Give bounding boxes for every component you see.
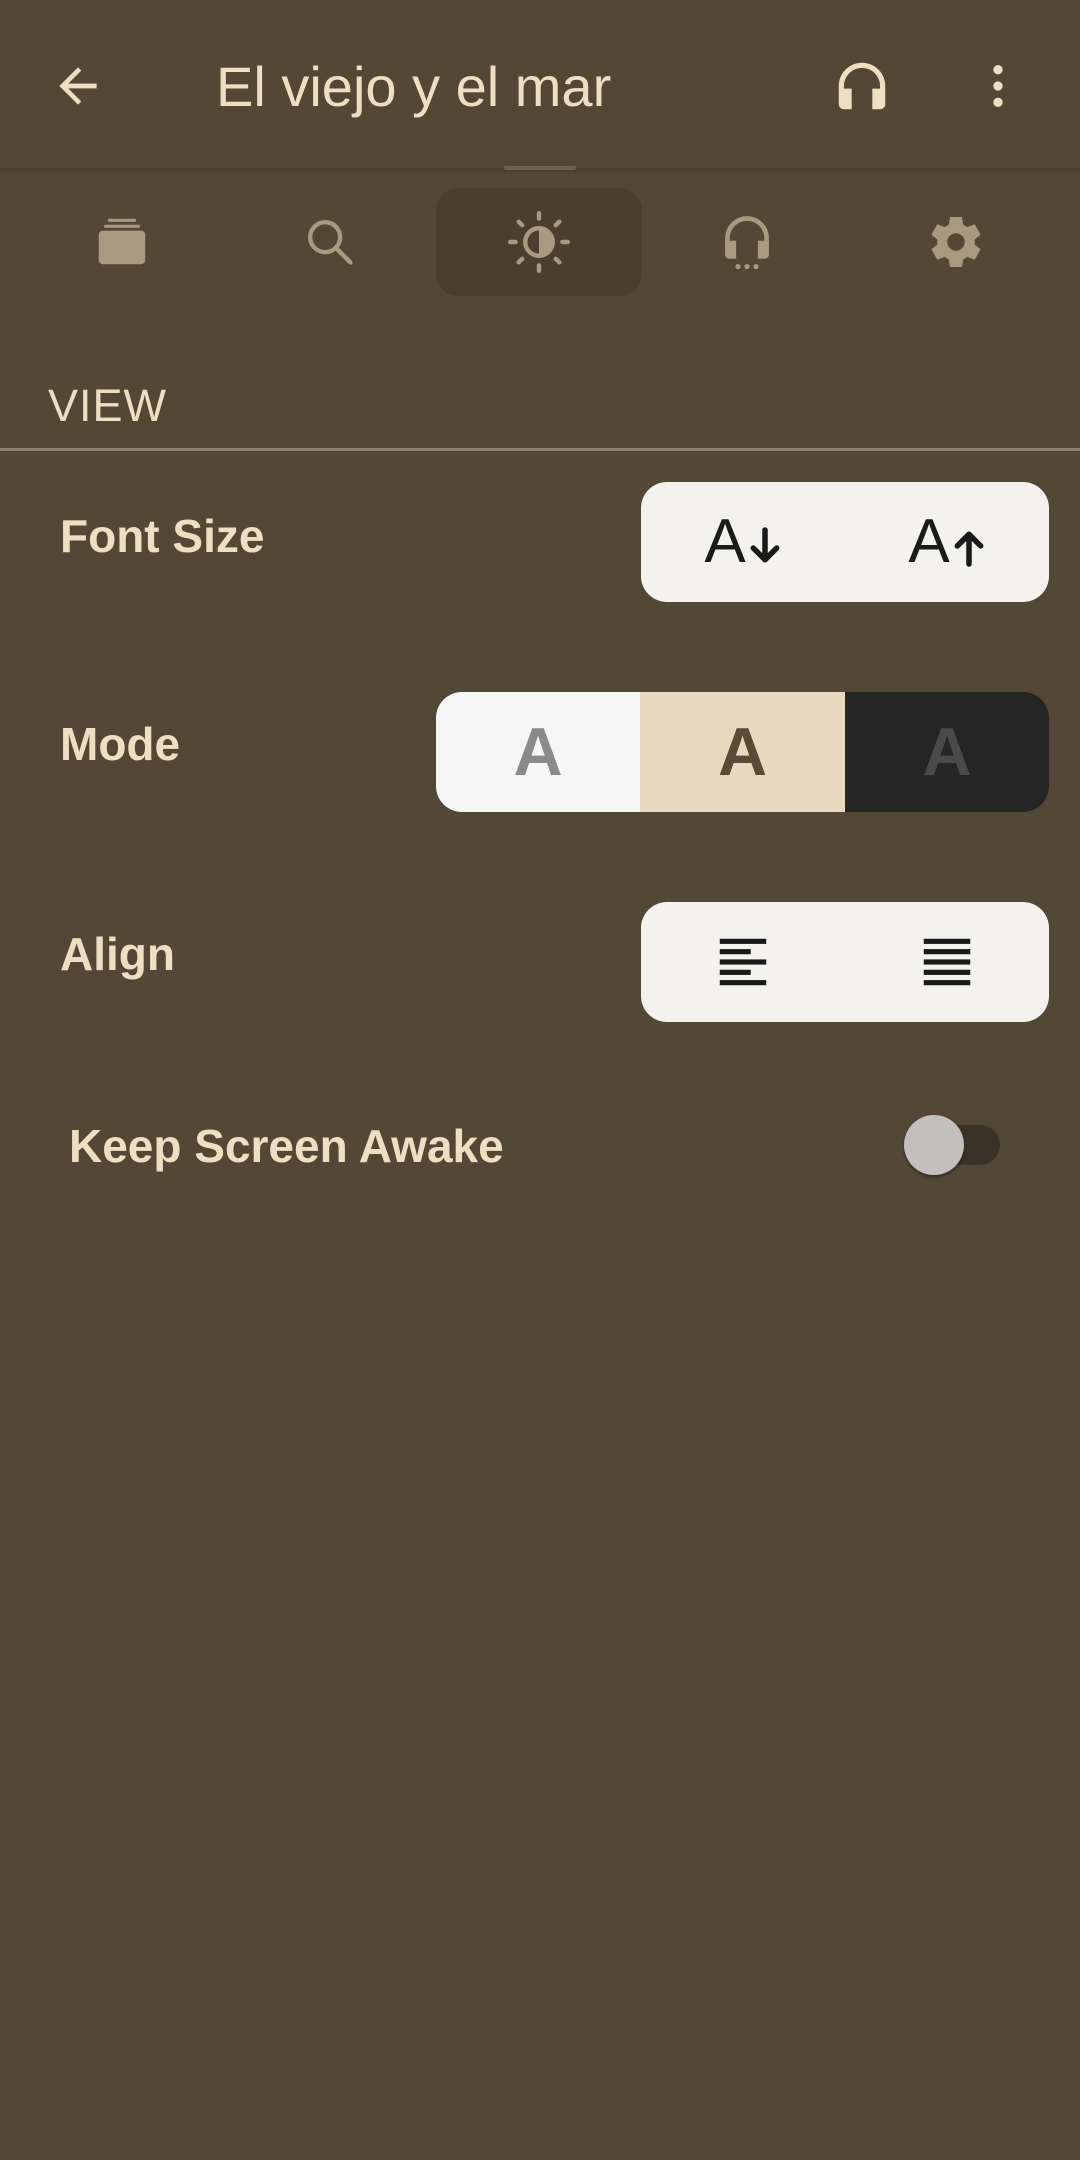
- top-app-bar: El viejo y el mar: [0, 0, 1080, 168]
- mode-dark-button[interactable]: A: [845, 692, 1049, 812]
- increase-font-button[interactable]: A: [845, 482, 1049, 602]
- mode-sepia-button[interactable]: A: [640, 692, 845, 812]
- decrease-font-button[interactable]: A: [641, 482, 845, 602]
- align-justify-button[interactable]: [845, 902, 1049, 1022]
- decrease-font-letter: A: [704, 507, 746, 576]
- tab-settings[interactable]: [853, 188, 1059, 296]
- search-icon: [308, 220, 353, 265]
- tab-audio[interactable]: [644, 188, 850, 296]
- section-title-view: VIEW: [48, 380, 168, 431]
- more-vertical-icon: [993, 65, 1003, 107]
- library-icon: [98, 218, 146, 265]
- panel-drag-handle[interactable]: [504, 166, 576, 170]
- increase-font-glyph: A: [908, 511, 985, 573]
- more-options-button[interactable]: [958, 46, 1038, 126]
- book-title: El viejo y el mar: [216, 55, 612, 118]
- align-label: Align: [60, 928, 175, 980]
- keep-screen-awake-label: Keep Screen Awake: [69, 1120, 504, 1172]
- settings-gear-icon: [931, 216, 981, 267]
- tab-display[interactable]: [436, 188, 642, 296]
- switch-thumb: [904, 1115, 964, 1175]
- listen-button[interactable]: [822, 46, 902, 126]
- increase-font-letter: A: [908, 507, 950, 576]
- arrow-up-icon: [954, 531, 984, 567]
- headphones-dots-icon: [725, 216, 769, 270]
- arrow-down-icon: [750, 527, 780, 563]
- section-divider: [0, 448, 1080, 451]
- mode-label: Mode: [60, 718, 181, 770]
- align-justify-icon: [923, 938, 971, 986]
- arrow-left-icon: [59, 67, 97, 105]
- tab-library[interactable]: [19, 188, 225, 296]
- headphones-icon: [838, 62, 886, 110]
- align-left-icon: [719, 938, 767, 986]
- back-button[interactable]: [38, 46, 118, 126]
- align-left-button[interactable]: [641, 902, 845, 1022]
- settings-tab-bar: [0, 188, 1080, 298]
- font-size-label: Font Size: [60, 510, 265, 562]
- brightness-contrast-icon: [507, 210, 571, 274]
- mode-control: A A A: [436, 692, 1049, 812]
- keep-screen-awake-switch[interactable]: [904, 1115, 1000, 1175]
- decrease-font-glyph: A: [704, 511, 781, 573]
- align-control: [641, 902, 1049, 1022]
- mode-light-button[interactable]: A: [436, 692, 640, 812]
- font-size-control: A A: [641, 482, 1049, 602]
- tab-search[interactable]: [227, 188, 433, 296]
